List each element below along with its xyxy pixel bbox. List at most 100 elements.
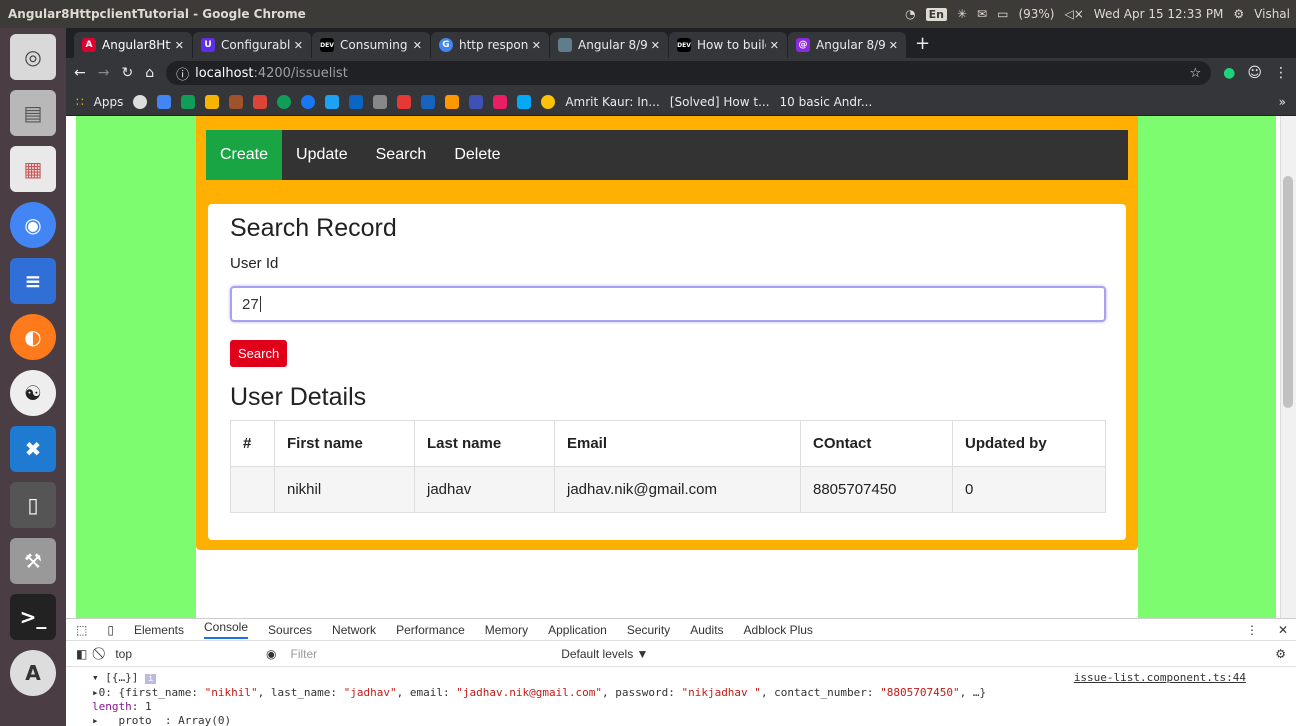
chrome-icon[interactable]: ◉ [10,202,56,248]
yin-yang-icon[interactable]: ☯ [10,370,56,416]
terminal-icon[interactable]: >_ [10,594,56,640]
bookmark-icon[interactable] [229,94,244,109]
bookmark-solved[interactable]: [Solved] How t... [670,95,770,109]
tab-console[interactable]: Console [203,620,249,639]
updater-icon[interactable]: A [10,650,56,696]
bookmark-icon[interactable] [157,94,172,109]
clock[interactable]: Wed Apr 15 12:33 PM [1094,7,1224,21]
facebook-icon[interactable] [301,94,316,109]
tab-memory[interactable]: Memory [485,623,528,637]
tab-6[interactable]: @ Angular 8/9 Htt ✕ [788,32,906,58]
search-button[interactable]: Search [230,340,288,367]
tab-adblock[interactable]: Adblock Plus [744,623,813,637]
close-tab-icon[interactable]: ✕ [889,39,898,52]
bookmark-amrit[interactable]: Amrit Kaur: In... [565,95,659,109]
bookmark-icon[interactable] [133,94,148,109]
menu-icon[interactable]: ⋮ [1274,65,1288,81]
tab-performance[interactable]: Performance [396,623,465,637]
devtools-menu-icon[interactable]: ⋮ [1246,623,1258,637]
close-tab-icon[interactable]: ✕ [532,39,541,52]
file-cabinet-icon[interactable]: ▤ [10,90,56,136]
context-select[interactable]: top [115,647,132,661]
bookmark-star-icon[interactable]: ☆ [1190,66,1202,81]
close-tab-icon[interactable]: ✕ [175,39,184,52]
linkedin-icon[interactable] [349,94,364,109]
sidebar-toggle-icon[interactable]: ◧ [76,647,87,661]
log-levels-select[interactable]: Default levels ▼ [561,647,648,661]
bookmark-icon[interactable] [517,94,532,109]
page-scrollbar[interactable] [1280,116,1296,618]
log-source-link[interactable]: issue-list.component.ts:44 [1074,671,1246,685]
nav-create[interactable]: Create [206,130,283,180]
user-name[interactable]: Vishal [1254,7,1290,21]
bookmark-icon[interactable] [277,94,292,109]
forward-icon[interactable]: → [98,65,110,81]
tab-4[interactable]: Angular 8/9 Use ✕ [550,32,668,58]
close-tab-icon[interactable]: ✕ [770,39,779,52]
bookmark-icon[interactable] [181,94,196,109]
log-entry-0[interactable]: ▸0: {first_name: "nikhil", last_name: "j… [92,686,1296,700]
page-scrollbar-thumb[interactable] [1283,176,1293,408]
bookmark-icon[interactable] [541,94,556,109]
bookmark-icon[interactable] [493,94,508,109]
inspect-icon[interactable]: ⬚ [76,623,87,637]
reload-icon[interactable]: ↻ [121,65,133,81]
nav-search[interactable]: Search [362,130,441,180]
tab-application[interactable]: Application [548,623,607,637]
bookmark-icon[interactable] [373,94,388,109]
bluetooth-icon[interactable]: ✳ [957,7,967,21]
tab-audits[interactable]: Audits [690,623,723,637]
tab-2[interactable]: DEV Consuming API ✕ [312,32,430,58]
info-icon[interactable]: ⓘ [176,64,189,83]
close-devtools-icon[interactable]: ✕ [1278,623,1296,637]
presentation-icon[interactable]: ▦ [10,146,56,192]
nav-update[interactable]: Update [282,130,362,180]
battery-icon[interactable]: ▭ [997,7,1008,21]
bookmark-icon[interactable] [397,94,412,109]
tab-5[interactable]: DEV How to build an ✕ [669,32,787,58]
bookmark-icon[interactable] [253,94,268,109]
log-proto[interactable]: ▸ __proto__: Array(0) [92,714,1296,726]
more-bookmarks-icon[interactable]: » [1279,95,1286,109]
twitter-icon[interactable] [325,94,340,109]
firefox-icon[interactable]: ◐ [10,314,56,360]
tab-1[interactable]: U Configurable Re ✕ [193,32,311,58]
tab-elements[interactable]: Elements [134,623,184,637]
url-field[interactable]: ⓘ localhost :4200/issuelist ☆ [166,61,1212,85]
close-tab-icon[interactable]: ✕ [294,39,303,52]
tools-icon[interactable]: ⚒ [10,538,56,584]
bookmark-apps[interactable]: Apps [94,95,124,109]
home-icon[interactable]: ⌂ [145,65,154,81]
bookmark-icon[interactable] [445,94,460,109]
tab-network[interactable]: Network [332,623,376,637]
extension-icon[interactable]: ● [1223,65,1235,81]
console-settings-icon[interactable]: ⚙ [1275,647,1296,661]
profile-avatar[interactable]: ☺ [1247,65,1262,81]
tab-security[interactable]: Security [627,623,670,637]
document-editor-icon[interactable]: ≡ [10,258,56,304]
ubuntu-logo-icon[interactable]: ◎ [10,34,56,80]
vscode-icon[interactable]: ✖ [10,426,56,472]
bookmark-icon[interactable] [421,94,436,109]
user-id-input[interactable]: 27 [230,286,1106,322]
close-tab-icon[interactable]: ✕ [651,39,660,52]
settings-gear-icon[interactable]: ⚙ [1233,7,1244,21]
bookmark-icon[interactable] [205,94,220,109]
tab-0[interactable]: A Angular8Httpcl ✕ [74,32,192,58]
phone-emulator-icon[interactable]: ▯ [10,482,56,528]
apps-icon[interactable]: ∷ [76,95,84,109]
new-tab-button[interactable]: + [907,33,938,58]
keyboard-layout[interactable]: En [925,7,947,21]
console-filter-input[interactable]: Filter [291,647,318,661]
tab-3[interactable]: G http response js ✕ [431,32,549,58]
bookmark-android[interactable]: 10 basic Andr... [780,95,873,109]
eye-icon[interactable]: ◉ [266,647,276,661]
volume-icon[interactable]: ◁× [1064,7,1083,21]
mail-icon[interactable]: ✉ [977,7,987,21]
back-icon[interactable]: ← [74,65,86,81]
bookmark-icon[interactable] [469,94,484,109]
device-toggle-icon[interactable]: ▯ [107,623,114,637]
tab-sources[interactable]: Sources [268,623,312,637]
close-tab-icon[interactable]: ✕ [413,39,422,52]
nav-delete[interactable]: Delete [440,130,514,180]
